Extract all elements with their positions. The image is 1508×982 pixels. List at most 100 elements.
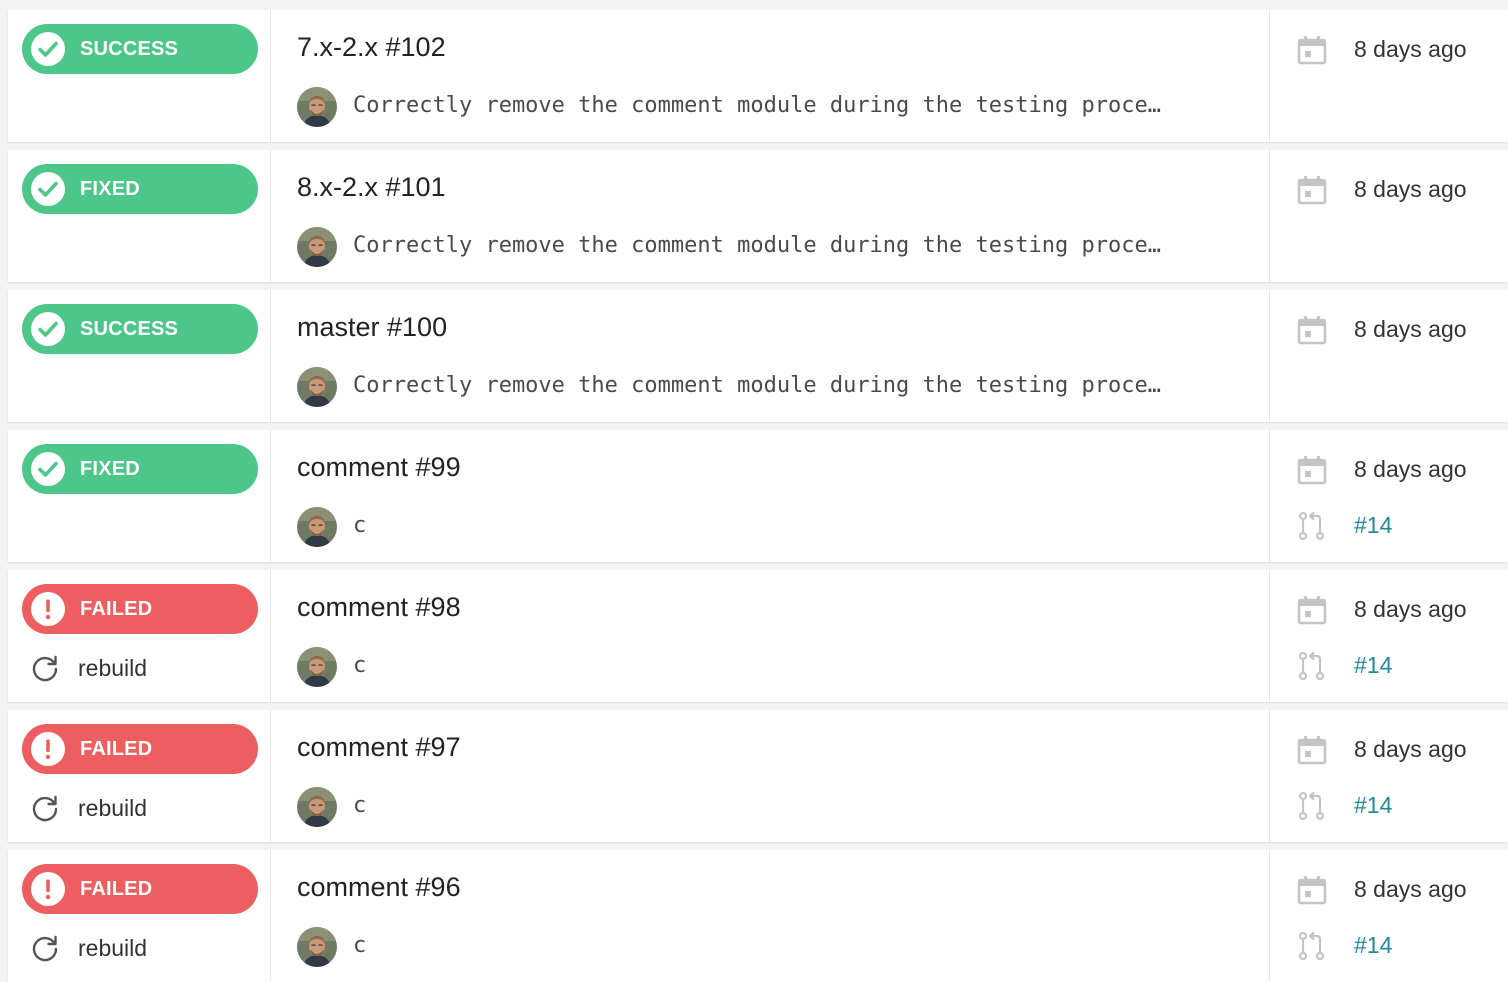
- build-status-column: FIXED: [8, 150, 270, 282]
- build-title[interactable]: master #100: [297, 312, 447, 343]
- status-label: FAILED: [80, 738, 153, 760]
- pull-request-number[interactable]: #14: [1354, 932, 1392, 959]
- build-date-text: 8 days ago: [1354, 176, 1467, 202]
- alert-circle-icon: [31, 732, 65, 766]
- calendar-icon: [1297, 36, 1327, 65]
- pull-request-number[interactable]: #14: [1354, 512, 1392, 539]
- author-avatar: [297, 507, 337, 547]
- rebuild-label: rebuild: [78, 795, 148, 821]
- status-badge[interactable]: FAILED: [22, 584, 258, 634]
- commit-message: Correctly remove the comment module duri…: [353, 233, 1161, 258]
- check-circle-icon: [31, 312, 65, 346]
- calendar-icon: [1297, 876, 1327, 905]
- build-status-column: FAILED rebuild: [8, 850, 270, 982]
- build-meta-column: 8 days ago #14: [1270, 710, 1508, 842]
- build-row[interactable]: FAILED rebuild comment #97 c 8 days ago #14: [8, 710, 1508, 842]
- build-info-column: comment #99 c: [270, 430, 1270, 562]
- pull-request-number[interactable]: #14: [1354, 652, 1392, 679]
- build-date-text: 8 days ago: [1354, 876, 1467, 902]
- commit-message: c: [353, 653, 367, 678]
- rebuild-label: rebuild: [78, 655, 148, 681]
- build-row[interactable]: FAILED rebuild comment #96 c 8 days ago #14: [8, 850, 1508, 982]
- build-date-text: 8 days ago: [1354, 316, 1467, 342]
- build-status-column: FAILED rebuild: [8, 710, 270, 842]
- build-date-text: 8 days ago: [1354, 596, 1467, 622]
- pull-request-icon: [1298, 651, 1325, 681]
- calendar-icon: [1297, 176, 1327, 205]
- commit-message: Correctly remove the comment module duri…: [353, 373, 1161, 398]
- author-avatar-image: [297, 647, 337, 687]
- build-meta-column: 8 days ago #14: [1270, 430, 1508, 562]
- check-circle-icon: [31, 172, 65, 206]
- author-avatar-image: [297, 227, 337, 267]
- author-avatar-image: [297, 367, 337, 407]
- calendar-icon: [1297, 316, 1327, 345]
- author-avatar-image: [297, 87, 337, 127]
- status-label: FAILED: [80, 598, 153, 620]
- build-meta-column: 8 days ago: [1270, 290, 1508, 422]
- calendar-icon: [1297, 456, 1327, 485]
- status-label: FIXED: [80, 178, 140, 200]
- pull-request-icon: [1298, 791, 1325, 821]
- commit-message: c: [353, 793, 367, 818]
- author-avatar: [297, 647, 337, 687]
- build-title[interactable]: comment #98: [297, 592, 461, 623]
- status-badge[interactable]: FIXED: [22, 444, 258, 494]
- build-row[interactable]: SUCCESS master #100 Correctly remove the c…: [8, 290, 1508, 422]
- status-badge[interactable]: SUCCESS: [22, 304, 258, 354]
- build-row[interactable]: FAILED rebuild comment #98 c 8 days ago #14: [8, 570, 1508, 702]
- author-avatar: [297, 927, 337, 967]
- build-title[interactable]: comment #97: [297, 732, 461, 763]
- pull-request-icon: [1298, 511, 1325, 541]
- status-label: SUCCESS: [80, 38, 179, 60]
- status-badge[interactable]: FAILED: [22, 864, 258, 914]
- author-avatar-image: [297, 787, 337, 827]
- build-status-column: FAILED rebuild: [8, 570, 270, 702]
- build-date-text: 8 days ago: [1354, 736, 1467, 762]
- alert-circle-icon: [31, 872, 65, 906]
- calendar-icon: [1297, 736, 1327, 765]
- build-row[interactable]: FIXED 8.x-2.x #101 Correctly remove the co…: [8, 150, 1508, 282]
- status-label: FIXED: [80, 458, 140, 480]
- build-meta-column: 8 days ago: [1270, 10, 1508, 142]
- build-status-column: SUCCESS: [8, 10, 270, 142]
- build-meta-column: 8 days ago: [1270, 150, 1508, 282]
- author-avatar: [297, 787, 337, 827]
- status-label: FAILED: [80, 878, 153, 900]
- author-avatar-image: [297, 507, 337, 547]
- status-badge[interactable]: FIXED: [22, 164, 258, 214]
- check-circle-icon: [31, 452, 65, 486]
- build-row[interactable]: SUCCESS 7.x-2.x #102 Correctly remove the …: [8, 10, 1508, 142]
- build-meta-column: 8 days ago #14: [1270, 850, 1508, 982]
- build-date-text: 8 days ago: [1354, 456, 1467, 482]
- author-avatar: [297, 87, 337, 127]
- check-circle-icon: [31, 32, 65, 66]
- status-label: SUCCESS: [80, 318, 179, 340]
- build-info-column: comment #96 c: [270, 850, 1270, 982]
- build-title[interactable]: 8.x-2.x #101: [297, 172, 446, 203]
- author-avatar-image: [297, 927, 337, 967]
- commit-message: c: [353, 513, 367, 538]
- build-meta-column: 8 days ago #14: [1270, 570, 1508, 702]
- build-info-column: 8.x-2.x #101 Correctly remove the comment…: [270, 150, 1270, 282]
- pull-request-icon: [1298, 931, 1325, 961]
- build-info-column: comment #97 c: [270, 710, 1270, 842]
- status-badge[interactable]: SUCCESS: [22, 24, 258, 74]
- author-avatar: [297, 227, 337, 267]
- pull-request-number[interactable]: #14: [1354, 792, 1392, 819]
- build-row[interactable]: FIXED comment #99 c 8 days ago #14: [8, 430, 1508, 562]
- status-badge[interactable]: FAILED: [22, 724, 258, 774]
- refresh-icon: [32, 795, 58, 822]
- refresh-icon: [32, 935, 58, 962]
- build-title[interactable]: comment #96: [297, 872, 461, 903]
- commit-message: c: [353, 933, 367, 958]
- author-avatar: [297, 367, 337, 407]
- commit-message: Correctly remove the comment module duri…: [353, 93, 1161, 118]
- build-title[interactable]: comment #99: [297, 452, 461, 483]
- build-info-column: master #100 Correctly remove the comment …: [270, 290, 1270, 422]
- rebuild-label: rebuild: [78, 935, 148, 961]
- alert-circle-icon: [31, 592, 65, 626]
- build-info-column: 7.x-2.x #102 Correctly remove the comment…: [270, 10, 1270, 142]
- build-title[interactable]: 7.x-2.x #102: [297, 32, 446, 63]
- build-date-text: 8 days ago: [1354, 36, 1467, 62]
